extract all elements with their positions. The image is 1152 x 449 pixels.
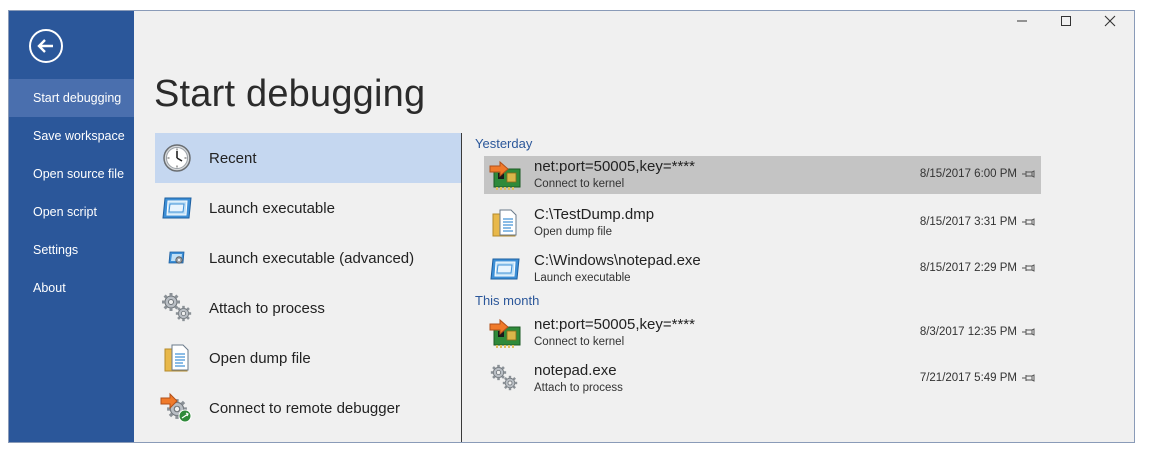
close-icon: [1104, 15, 1116, 27]
action-label: Connect to remote debugger: [209, 399, 400, 417]
back-button[interactable]: [29, 29, 63, 63]
pin-icon[interactable]: [1021, 326, 1035, 338]
clock-icon: [159, 140, 195, 176]
recent-item-type: Connect to kernel: [534, 178, 625, 190]
pin-icon[interactable]: [1021, 168, 1035, 180]
network-card-icon: [488, 317, 522, 349]
recent-item-type: Connect to kernel: [534, 336, 625, 348]
document-icon: [488, 207, 522, 239]
maximize-icon: [1061, 16, 1071, 26]
recent-item[interactable]: C:\TestDump.dmp Open dump file 8/15/2017…: [484, 204, 1041, 242]
recent-item[interactable]: net:port=50005,key=**** Connect to kerne…: [484, 156, 1041, 194]
sidebar-item-open-script[interactable]: Open script: [9, 193, 134, 231]
network-card-icon: [488, 159, 522, 191]
recent-item-name: net:port=50005,key=****: [534, 158, 695, 175]
recent-item-name: C:\Windows\notepad.exe: [534, 252, 701, 269]
sidebar: Start debugging Save workspace Open sour…: [9, 11, 134, 442]
action-list: Recent Launch executable Launch executab…: [155, 133, 461, 433]
action-label: Launch executable: [209, 199, 335, 217]
gears-icon: [488, 363, 522, 395]
recent-item-type: Open dump file: [534, 226, 612, 238]
remote-connect-icon: [159, 390, 195, 426]
document-icon: [159, 340, 195, 376]
action-attach-to-process[interactable]: Attach to process: [155, 283, 461, 333]
recent-item-name: C:\TestDump.dmp: [534, 206, 655, 223]
action-launch-executable-advanced[interactable]: Launch executable (advanced): [155, 233, 461, 283]
recent-item-date: 8/15/2017 6:00 PM: [919, 168, 1017, 180]
recent-item-date: 8/3/2017 12:35 PM: [919, 326, 1017, 338]
sidebar-item-save-workspace[interactable]: Save workspace: [9, 117, 134, 155]
sidebar-item-open-source-file[interactable]: Open source file: [9, 155, 134, 193]
action-recent[interactable]: Recent: [155, 133, 461, 183]
pin-icon[interactable]: [1021, 262, 1035, 274]
recent-item[interactable]: notepad.exe Attach to process 7/21/2017 …: [484, 360, 1041, 398]
group-header-this-month: This month: [475, 293, 540, 308]
action-label: Recent: [209, 149, 257, 167]
action-connect-remote-debugger[interactable]: Connect to remote debugger: [155, 383, 461, 433]
recent-item[interactable]: C:\Windows\notepad.exe Launch executable…: [484, 250, 1041, 288]
pane-divider: [461, 133, 462, 442]
minimize-icon: [1017, 20, 1027, 22]
window-gear-icon: [159, 240, 195, 276]
recent-item-type: Launch executable: [534, 272, 631, 284]
action-label: Open dump file: [209, 349, 311, 367]
sidebar-item-start-debugging[interactable]: Start debugging: [9, 79, 134, 117]
maximize-button[interactable]: [1046, 11, 1086, 31]
action-label: Launch executable (advanced): [209, 249, 415, 267]
sidebar-item-about[interactable]: About: [9, 269, 134, 307]
recent-item-type: Attach to process: [534, 382, 623, 394]
back-arrow-icon: [37, 39, 53, 53]
window-icon: [159, 190, 195, 226]
close-button[interactable]: [1090, 11, 1130, 31]
action-open-dump-file[interactable]: Open dump file: [155, 333, 461, 383]
page-title: Start debugging: [154, 73, 426, 115]
gears-icon: [159, 290, 195, 326]
start-debugging-window: Start debugging Save workspace Open sour…: [8, 10, 1135, 443]
recent-item-date: 7/21/2017 5:49 PM: [919, 372, 1017, 384]
action-launch-executable[interactable]: Launch executable: [155, 183, 461, 233]
recent-item-name: net:port=50005,key=****: [534, 316, 695, 333]
recent-item[interactable]: net:port=50005,key=**** Connect to kerne…: [484, 314, 1041, 352]
sidebar-item-settings[interactable]: Settings: [9, 231, 134, 269]
recent-item-date: 8/15/2017 2:29 PM: [919, 262, 1017, 274]
pin-icon[interactable]: [1021, 372, 1035, 384]
action-label: Attach to process: [209, 299, 325, 317]
window-icon: [488, 253, 522, 285]
group-header-yesterday: Yesterday: [475, 136, 533, 151]
pin-icon[interactable]: [1021, 216, 1035, 228]
minimize-button[interactable]: [1002, 11, 1042, 31]
recent-item-name: notepad.exe: [534, 362, 617, 379]
recent-item-date: 8/15/2017 3:31 PM: [919, 216, 1017, 228]
